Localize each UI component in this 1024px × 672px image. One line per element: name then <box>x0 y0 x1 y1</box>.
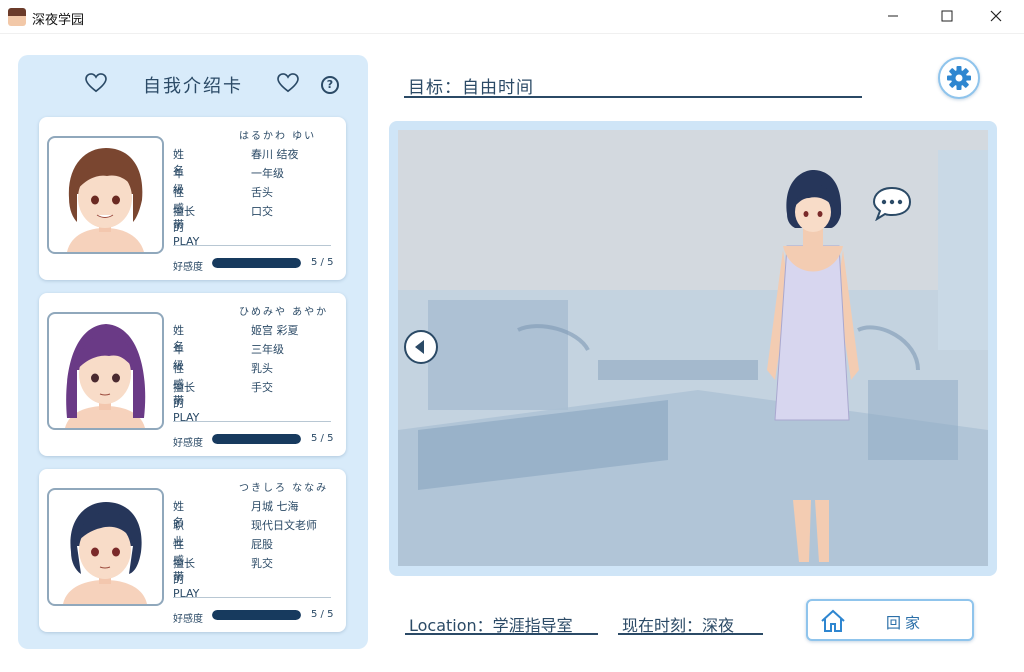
affection-bar-fill <box>212 610 301 620</box>
info-value: 手交 <box>251 381 273 394</box>
goal-display: 目标：自由时间 <box>404 70 862 98</box>
info-value: 春川 结夜 <box>251 148 299 161</box>
character-card[interactable]: ひめみや あやか 姓名 姬宫 彩夏 年级 三年级 性感带 乳头 擅长的PLAY 手交 好… <box>39 293 346 456</box>
name-furigana: ひめみや あやか <box>239 307 329 318</box>
go-home-button[interactable]: 回家 <box>806 599 974 641</box>
character-portrait <box>47 312 164 430</box>
info-value: 三年级 <box>251 343 284 356</box>
location-text: Location：学涯指导室 <box>409 616 573 635</box>
affection-bar <box>212 610 301 620</box>
info-label: 擅长的PLAY <box>173 205 200 248</box>
window-title: 深夜学园 <box>32 13 85 28</box>
maximize-button[interactable] <box>924 0 970 32</box>
minimize-button[interactable] <box>870 0 916 32</box>
heart-icon[interactable] <box>85 73 107 93</box>
gear-icon <box>947 66 971 90</box>
character-card[interactable]: つきしろ ななみ 姓名 月城 七海 职业 现代日文老师 性感带 屁股 擅长的PLAY 乳… <box>39 469 346 632</box>
heart-icon[interactable] <box>277 73 299 93</box>
name-furigana: つきしろ ななみ <box>239 483 329 494</box>
time-display: 现在时刻：深夜 <box>618 611 763 635</box>
character-card[interactable]: はるかわ ゆい 姓名 春川 结夜 年级 一年级 性感带 舌头 擅长的PLAY 口交 好感… <box>39 117 346 280</box>
character-portrait <box>47 136 164 254</box>
go-home-label: 回家 <box>886 614 925 632</box>
affection-label: 好感度 <box>173 438 203 449</box>
speech-bubble-icon[interactable] <box>872 185 912 221</box>
name-furigana: はるかわ ゆい <box>239 131 317 142</box>
affection-bar-fill <box>212 434 301 444</box>
affection-bar <box>212 434 301 444</box>
affection-value: 5 / 5 <box>311 257 334 268</box>
divider <box>173 597 331 598</box>
affection-label: 好感度 <box>173 262 203 273</box>
affection-value: 5 / 5 <box>311 433 334 444</box>
location-display: Location：学涯指导室 <box>405 611 598 635</box>
affection-label: 好感度 <box>173 614 203 625</box>
settings-button[interactable] <box>938 57 980 99</box>
home-icon <box>821 609 845 632</box>
help-icon[interactable]: ? <box>321 76 339 94</box>
panel-title: 自我介绍卡 <box>143 76 243 97</box>
time-text: 现在时刻：深夜 <box>622 616 735 635</box>
prev-scene-button[interactable] <box>404 330 438 364</box>
info-value: 口交 <box>251 205 273 218</box>
info-value: 现代日文老师 <box>251 519 317 532</box>
title-bar: 深夜学园 <box>0 0 1024 34</box>
info-value: 月城 七海 <box>251 500 299 513</box>
affection-bar-fill <box>212 258 301 268</box>
goal-text: 目标：自由时间 <box>408 78 534 98</box>
info-label: 擅长的PLAY <box>173 381 200 424</box>
info-value: 乳头 <box>251 362 273 375</box>
info-label: 擅长的PLAY <box>173 557 200 600</box>
affection-bar <box>212 258 301 268</box>
info-value: 舌头 <box>251 186 273 199</box>
info-value: 屁股 <box>251 538 273 551</box>
info-value: 一年级 <box>251 167 284 180</box>
divider <box>173 245 331 246</box>
panel-header: 自我介绍卡 ? <box>18 55 368 113</box>
info-value: 乳交 <box>251 557 273 570</box>
affection-value: 5 / 5 <box>311 609 334 620</box>
character-portrait <box>47 488 164 606</box>
intro-card-panel: 自我介绍卡 ? はるかわ ゆい 姓名 春川 结夜 年级 一年级 性感带 舌头 擅长的P <box>18 55 368 649</box>
app-icon <box>8 8 26 26</box>
character-sprite[interactable] <box>753 170 873 566</box>
left-arrow-icon <box>415 340 424 354</box>
divider <box>173 421 331 422</box>
close-button[interactable] <box>973 0 1019 32</box>
info-value: 姬宫 彩夏 <box>251 324 299 337</box>
